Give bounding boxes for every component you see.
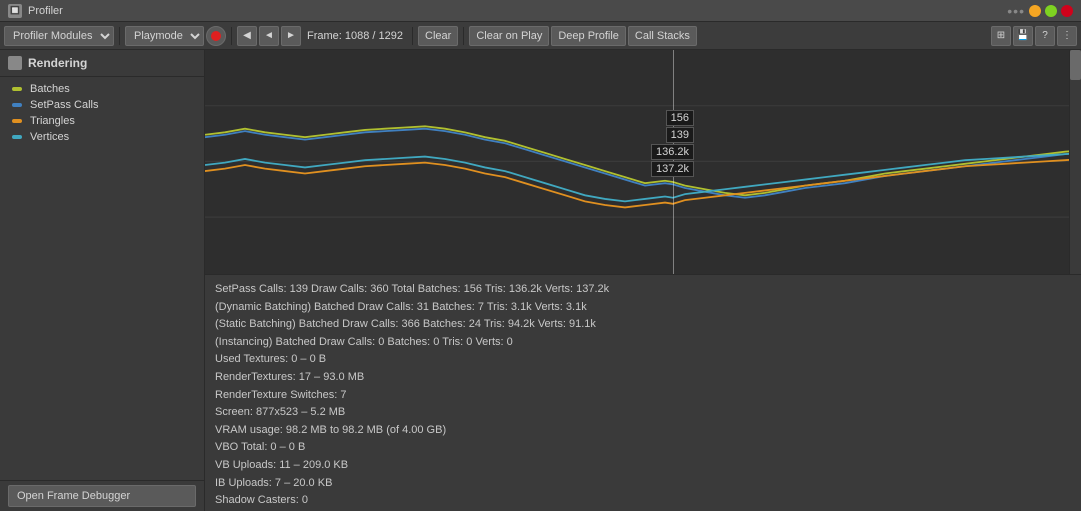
step-back-button[interactable]: ◀ [237,26,257,46]
stats-line-7: Screen: 877x523 – 5.2 MB [215,404,1071,422]
legend-item-vertices[interactable]: Vertices [0,129,204,145]
toolbar: Profiler Modules Playmode ◀ ◄ ► Frame: 1… [0,22,1081,50]
legend-item-batches[interactable]: Batches [0,81,204,97]
legend-list: Batches SetPass Calls Triangles Vertices [0,77,204,149]
stats-line-10: VB Uploads: 11 – 209.0 KB [215,457,1071,475]
tooltip-val4: 137.2k [651,161,694,177]
sidebar-section-rendering: Rendering [0,50,204,77]
stats-line-2: (Static Batching) Batched Draw Calls: 36… [215,316,1071,334]
scrollbar-thumb[interactable] [1070,50,1081,80]
legend-item-triangles[interactable]: Triangles [0,113,204,129]
stats-line-5: RenderTextures: 17 – 93.0 MB [215,369,1071,387]
legend-dot-vertices [12,135,22,139]
playmode-select[interactable]: Playmode [125,26,204,46]
tooltip-val1: 156 [666,110,694,126]
call-stacks-button[interactable]: Call Stacks [628,26,697,46]
stats-panel: SetPass Calls: 139 Draw Calls: 360 Total… [205,274,1081,511]
record-icon [211,31,221,41]
title-bar: 🔲 Profiler ••• [0,0,1081,22]
deep-profile-button[interactable]: Deep Profile [551,26,626,46]
legend-item-setpass[interactable]: SetPass Calls [0,97,204,113]
stats-line-8: VRAM usage: 98.2 MB to 98.2 MB (of 4.00 … [215,422,1071,440]
clear-on-play-button[interactable]: Clear on Play [469,26,549,46]
toolbar-right: ⊞ 💾 ? ⋮ [991,26,1077,46]
step-prev-button[interactable]: ◄ [259,26,279,46]
rendering-icon [8,56,22,70]
sidebar: Rendering Batches SetPass Calls Triangle… [0,50,205,511]
help-icon-button[interactable]: ? [1035,26,1055,46]
layout-icon-button[interactable]: ⊞ [991,26,1011,46]
stats-line-4: Used Textures: 0 – 0 B [215,351,1071,369]
stats-line-12: Shadow Casters: 0 [215,492,1071,510]
title-bar-controls: ••• [1007,3,1073,19]
separator-4 [463,27,464,45]
title-bar-left: 🔲 Profiler [8,4,63,18]
stats-line-3: (Instancing) Batched Draw Calls: 0 Batch… [215,334,1071,352]
legend-label-setpass: SetPass Calls [30,99,98,111]
legend-dot-batches [12,87,22,91]
separator-2 [231,27,232,45]
maximize-button[interactable] [1045,5,1057,17]
legend-dot-triangles [12,119,22,123]
sidebar-section-title-text: Rendering [28,56,87,70]
record-button[interactable] [206,26,226,46]
stats-line-9: VBO Total: 0 – 0 B [215,439,1071,457]
sidebar-bottom: Open Frame Debugger [0,480,204,511]
more-options-button[interactable]: ⋮ [1057,26,1077,46]
frame-label: Frame: 1088 / 1292 [303,30,407,42]
minimize-button[interactable] [1029,5,1041,17]
legend-label-batches: Batches [30,83,70,95]
stats-line-1: (Dynamic Batching) Batched Draw Calls: 3… [215,299,1071,317]
step-next-button[interactable]: ► [281,26,301,46]
open-frame-debugger-button[interactable]: Open Frame Debugger [8,485,196,507]
clear-button[interactable]: Clear [418,26,458,46]
chart-scrollbar[interactable] [1069,50,1081,274]
tooltip-val2: 139 [666,127,694,143]
profiler-icon: 🔲 [8,4,22,18]
main-content: Rendering Batches SetPass Calls Triangle… [0,50,1081,511]
legend-dot-setpass [12,103,22,107]
separator-3 [412,27,413,45]
stats-line-0: SetPass Calls: 139 Draw Calls: 360 Total… [215,281,1071,299]
save-icon-button[interactable]: 💾 [1013,26,1033,46]
stats-line-11: IB Uploads: 7 – 20.0 KB [215,475,1071,493]
profiler-modules-select[interactable]: Profiler Modules [4,26,114,46]
window-title: Profiler [28,5,63,17]
chart-tooltip: 156 139 136.2k 137.2k [651,110,694,177]
close-button[interactable] [1061,5,1073,17]
legend-label-triangles: Triangles [30,115,75,127]
legend-label-vertices: Vertices [30,131,69,143]
separator-1 [119,27,120,45]
tooltip-val3: 136.2k [651,144,694,160]
chart-area[interactable]: 156 139 136.2k 137.2k [205,50,1081,274]
title-dots: ••• [1007,3,1025,19]
profiler-chart [205,50,1081,274]
stats-line-6: RenderTexture Switches: 7 [215,387,1071,405]
